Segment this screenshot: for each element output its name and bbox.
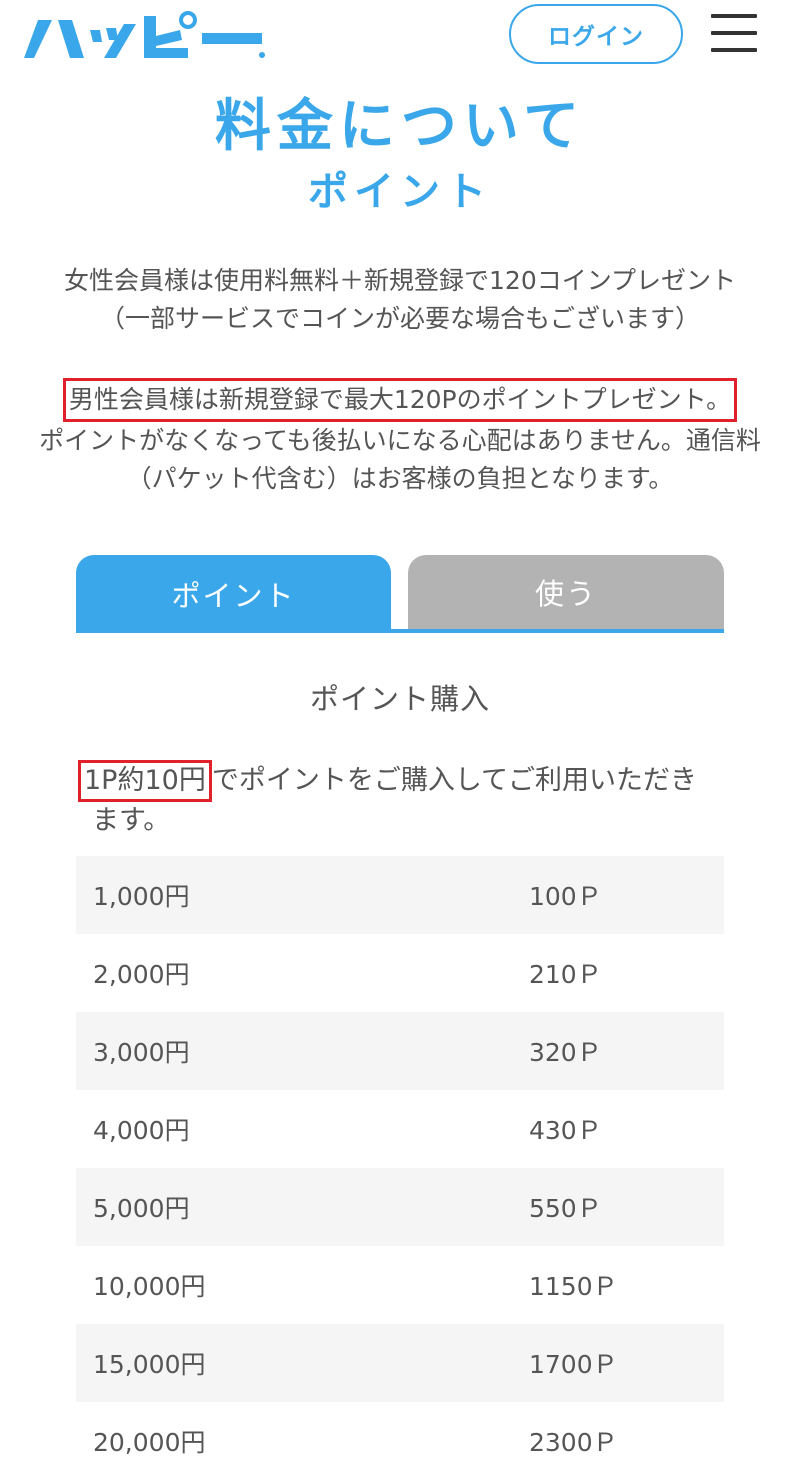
male-member-info: 男性会員様は新規登録で最大120Pのポイントプレゼント。 ポイントがなくなっても… — [30, 378, 770, 498]
table-row: 10,000円 1150Ｐ — [76, 1246, 724, 1324]
price-points: 1150Ｐ — [529, 1272, 618, 1301]
price-points: 550Ｐ — [529, 1194, 602, 1223]
tab-point[interactable]: ポイント — [76, 555, 391, 633]
price-yen: 15,000円 — [93, 1350, 206, 1379]
price-yen: 10,000円 — [93, 1272, 206, 1301]
female-member-info: 女性会員様は使用料無料＋新規登録で120コインプレゼント（一部サービスでコインが… — [64, 266, 736, 333]
price-yen: 20,000円 — [93, 1428, 206, 1457]
price-points: 430Ｐ — [529, 1116, 602, 1145]
table-row: 3,000円 320Ｐ — [76, 1012, 724, 1090]
page-subtitle: ポイント — [308, 169, 492, 215]
male-bonus-highlight: 男性会員様は新規登録で最大120Pのポイントプレゼント。 — [62, 378, 738, 422]
tab-underline — [76, 629, 724, 633]
menu-bar — [711, 14, 757, 18]
price-points: 100Ｐ — [529, 882, 602, 911]
price-yen: 3,000円 — [93, 1038, 190, 1067]
table-row: 15,000円 1700Ｐ — [76, 1324, 724, 1402]
table-row: 20,000円 2300Ｐ — [76, 1402, 724, 1480]
table-row: 5,000円 550Ｐ — [76, 1168, 724, 1246]
logo-wordmark — [24, 11, 265, 58]
price-yen: 4,000円 — [93, 1116, 190, 1145]
table-row: 2,000円 210Ｐ — [76, 934, 724, 1012]
rate-highlight: 1P約10円 — [78, 760, 212, 802]
price-points: 210Ｐ — [529, 960, 602, 989]
purchase-section-title: ポイント購入 — [309, 682, 490, 716]
male-member-notes: ポイントがなくなっても後払いになる心配はありません。通信料（パケット代含む）はお… — [39, 426, 761, 493]
price-points: 2300Ｐ — [529, 1428, 618, 1457]
purchase-description: 1P約10円 でポイントをご購入してご利用いただきます。 — [78, 760, 722, 840]
price-yen: 5,000円 — [93, 1194, 190, 1223]
pricing-tabs: ポイント 使う — [76, 555, 724, 633]
price-points: 1700Ｐ — [529, 1350, 618, 1379]
login-button[interactable]: ログイン — [509, 4, 683, 64]
price-yen: 2,000円 — [93, 960, 190, 989]
table-row: 1,000円 100Ｐ — [76, 856, 724, 934]
price-points: 320Ｐ — [529, 1038, 602, 1067]
table-row: 4,000円 430Ｐ — [76, 1090, 724, 1168]
happy-logo[interactable] — [24, 8, 268, 64]
page-title: 料金について — [214, 94, 586, 159]
tab-use[interactable]: 使う — [408, 555, 724, 629]
price-table: 1,000円 100Ｐ 2,000円 210Ｐ 3,000円 320Ｐ 4,00… — [76, 856, 724, 1480]
menu-bar — [711, 48, 757, 52]
price-yen: 1,000円 — [93, 882, 190, 911]
hamburger-menu-icon[interactable] — [711, 14, 757, 54]
site-header: ログイン — [0, 0, 800, 80]
menu-bar — [711, 31, 757, 35]
